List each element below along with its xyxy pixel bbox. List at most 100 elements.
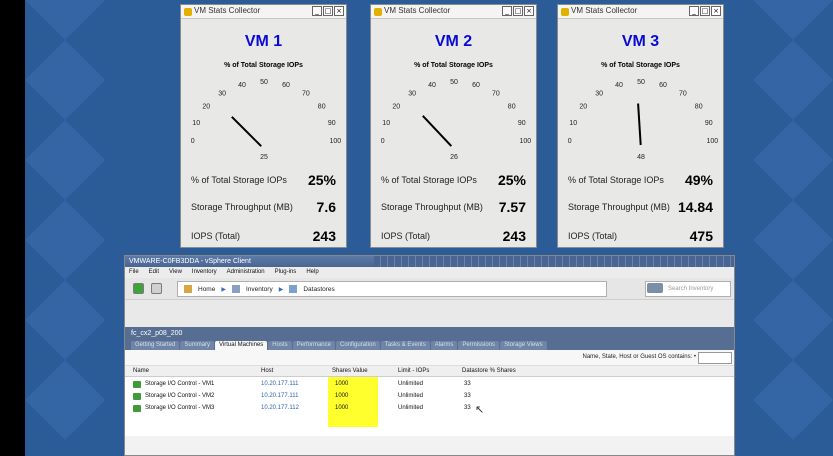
forward-button[interactable] <box>151 283 162 294</box>
tab-bar: Getting Started Summary Virtual Machines… <box>125 340 734 350</box>
gauge: 0 10 20 30 40 50 60 70 80 90 100 48 <box>568 79 718 161</box>
gauge-tick-label: 70 <box>492 90 500 97</box>
limit-cell: Unlimited <box>398 405 424 411</box>
menu-item-edit[interactable]: Edit <box>149 267 159 278</box>
host-link[interactable]: 10.20.177.111 <box>261 378 298 390</box>
gauge-tick-label: 10 <box>192 120 200 127</box>
window-title: VM Stats Collector <box>384 6 451 15</box>
gauge-needle <box>637 103 642 146</box>
gauge: 0 10 20 30 40 50 60 70 80 90 100 25 <box>191 79 341 161</box>
column-header-host[interactable]: Host <box>261 366 273 377</box>
gauge-tick-label: 20 <box>202 103 210 110</box>
back-button[interactable] <box>133 283 144 294</box>
gauge-tick-label: 0 <box>568 138 572 145</box>
column-header-datastore-pct-shares[interactable]: Datastore % Shares <box>462 366 516 377</box>
host-link[interactable]: 10.20.177.112 <box>261 402 299 414</box>
maximize-button[interactable]: □ <box>323 6 333 16</box>
window-titlebar: VM Stats Collector _ □ × <box>181 5 346 19</box>
tab-getting-started[interactable]: Getting Started <box>131 341 180 350</box>
pct-shares-cell: 33 <box>464 381 471 387</box>
gauge-tick-label: 70 <box>302 90 310 97</box>
gauge-tick-label: 100 <box>706 138 718 145</box>
close-button[interactable]: × <box>524 6 534 16</box>
metric-label: IOPS (Total) <box>191 231 241 241</box>
gauge-tick-label: 50 <box>450 79 458 86</box>
gauge-tick-label: 90 <box>328 120 336 127</box>
gauge-tick-label: 20 <box>392 103 400 110</box>
gauge-needle <box>422 115 453 147</box>
metric-value: 243 <box>502 228 526 244</box>
tab-permissions[interactable]: Permissions <box>458 341 500 350</box>
gauge-tick-label: 90 <box>518 120 526 127</box>
menu-item-file[interactable]: File <box>129 267 139 278</box>
column-header-shares-value[interactable]: Shares Value <box>332 366 368 377</box>
shares-cell: 1000 <box>335 381 349 387</box>
menu-item-view[interactable]: View <box>169 267 182 278</box>
maximize-button[interactable]: □ <box>513 6 523 16</box>
gauge-title: % of Total Storage IOPs <box>601 62 680 69</box>
metric-value: 7.6 <box>316 199 336 215</box>
menu-item-help[interactable]: Help <box>306 267 318 278</box>
vm-stats-window-1: VM Stats Collector _ □ × VM 1 % of Total… <box>180 4 347 248</box>
tab-tasks-events[interactable]: Tasks & Events <box>380 341 430 350</box>
menu-item-administration[interactable]: Administration <box>227 267 265 278</box>
breadcrumb-inventory[interactable]: Inventory <box>246 286 273 293</box>
gauge-tick-label: 20 <box>579 103 587 110</box>
tab-hosts[interactable]: Hosts <box>268 341 292 350</box>
tab-configuration[interactable]: Configuration <box>335 341 380 350</box>
gauge-tick-label: 30 <box>408 90 416 97</box>
breadcrumb-datastores[interactable]: Datastores <box>303 286 334 293</box>
gauge-tick-label: 40 <box>615 82 623 89</box>
vm-name: VM 1 <box>244 33 283 50</box>
menu-item-inventory[interactable]: Inventory <box>192 267 217 278</box>
gauge-tick-label: 40 <box>238 82 246 89</box>
metric-row: Storage Throughput (MB) 14.84 <box>568 198 713 216</box>
window-title: VM Stats Collector <box>571 6 638 15</box>
filter-input[interactable] <box>698 352 732 364</box>
gauge-tick-label: 50 <box>637 79 645 86</box>
minimize-button[interactable]: _ <box>689 6 699 16</box>
column-header-name[interactable]: Name <box>133 366 149 377</box>
table-row[interactable]: Storage I/O Control - VM2 10.20.177.111 … <box>125 390 734 402</box>
metric-row: IOPS (Total) 243 <box>381 227 526 245</box>
vm-name: VM 3 <box>621 33 660 50</box>
minimize-button[interactable]: _ <box>312 6 322 16</box>
table-row[interactable]: Storage I/O Control - VM3 10.20.177.112 … <box>125 402 734 416</box>
metric-label: IOPS (Total) <box>568 231 618 241</box>
metric-label: IOPS (Total) <box>381 231 431 241</box>
metric-label: % of Total Storage IOPs <box>191 175 287 185</box>
close-button[interactable]: × <box>711 6 721 16</box>
datastore-icon <box>289 285 298 293</box>
metric-value: 475 <box>689 228 713 244</box>
tab-storage-views[interactable]: Storage Views <box>500 341 547 350</box>
gauge-tick-label: 30 <box>595 90 603 97</box>
vm-stats-window-3: VM Stats Collector _ □ × VM 3 % of Total… <box>557 4 724 248</box>
gauge-tick-label: 80 <box>318 103 326 110</box>
tab-performance[interactable]: Performance <box>292 341 335 350</box>
maximize-button[interactable]: □ <box>700 6 710 16</box>
menu-item-plugins[interactable]: Plug-ins <box>275 267 297 278</box>
host-link[interactable]: 10.20.177.111 <box>261 390 298 402</box>
menu-bar: File Edit View Inventory Administration … <box>125 267 734 278</box>
filter-label: Name, State, Host or Guest OS contains: … <box>582 354 696 360</box>
limit-cell: Unlimited <box>398 381 424 387</box>
window-titlebar: VM Stats Collector _ □ × <box>371 5 536 19</box>
gauge-tick-label: 70 <box>679 90 687 97</box>
gauge-tick-label: 10 <box>569 120 577 127</box>
tab-virtual-machines[interactable]: Virtual Machines <box>215 341 268 350</box>
tab-summary[interactable]: Summary <box>180 341 215 350</box>
metric-label: Storage Throughput (MB) <box>191 202 293 212</box>
column-header-limit-iops[interactable]: Limit - IOPs <box>398 366 429 377</box>
table-row[interactable]: Storage I/O Control - VM1 10.20.177.111 … <box>125 378 734 390</box>
breadcrumb: Home ▶ Inventory ▶ Datastores <box>177 281 607 297</box>
search-icon[interactable] <box>647 283 663 293</box>
breadcrumb-home[interactable]: Home <box>198 286 215 293</box>
window-title: VM Stats Collector <box>194 6 261 15</box>
minimize-button[interactable]: _ <box>502 6 512 16</box>
tab-alarms[interactable]: Alarms <box>430 341 458 350</box>
mouse-cursor-icon: ↖ <box>475 403 485 416</box>
close-button[interactable]: × <box>334 6 344 16</box>
metric-value: 243 <box>312 228 336 244</box>
vm-table: Name Host Shares Value Limit - IOPs Data… <box>125 366 734 436</box>
home-icon <box>184 285 192 293</box>
